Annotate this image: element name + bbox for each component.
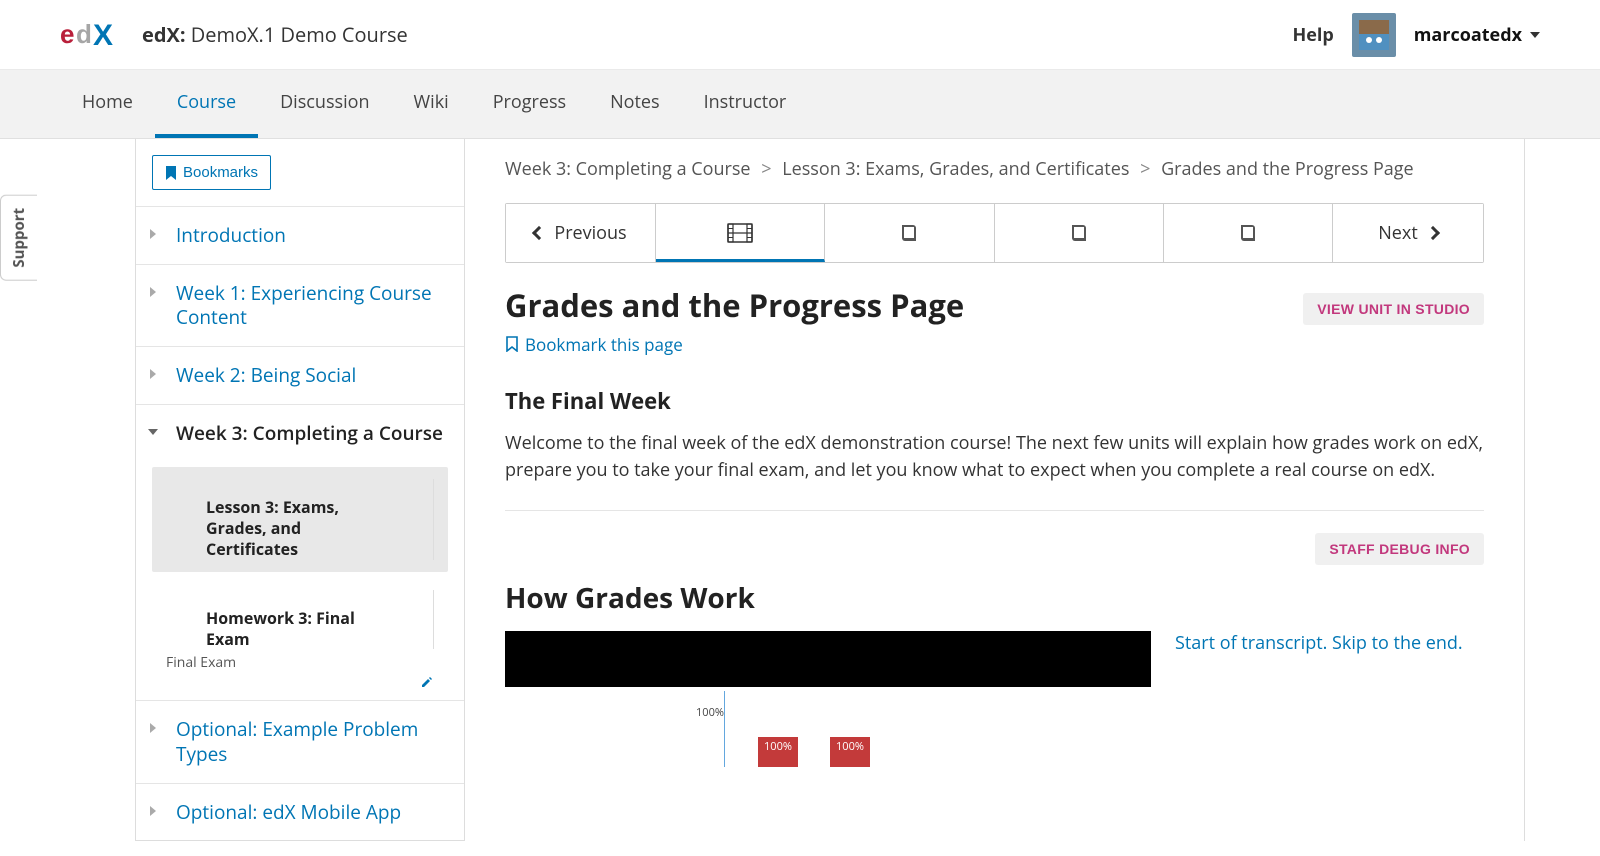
y-axis xyxy=(724,691,725,767)
video-black-bar xyxy=(505,631,1151,687)
bookmarks-label: Bookmarks xyxy=(183,164,258,181)
nav-item-instructor[interactable]: Instructor xyxy=(682,70,809,138)
sequence-tab[interactable] xyxy=(825,204,994,262)
sidebar-subsection-title: Homework 3: Final Exam xyxy=(166,590,434,650)
user-menu[interactable]: marcoatedx xyxy=(1414,23,1540,47)
username: marcoatedx xyxy=(1414,23,1522,47)
nav-item-home[interactable]: Home xyxy=(60,70,155,138)
sidebar-section[interactable]: Introduction xyxy=(136,206,464,264)
svg-text:e: e xyxy=(60,19,74,49)
section-heading-how-grades: How Grades Work xyxy=(505,579,1484,617)
bookmark-page-link[interactable]: Bookmark this page xyxy=(505,333,683,356)
section-body-final-week: Welcome to the final week of the edX dem… xyxy=(505,430,1484,484)
sidebar-subsection-subtitle: Final Exam xyxy=(166,653,434,672)
sequence-tab[interactable] xyxy=(656,204,825,262)
next-label: Next xyxy=(1378,221,1418,245)
sidebar-section-label: Week 2: Being Social xyxy=(176,363,448,388)
sidebar-section[interactable]: Optional: edX Mobile App xyxy=(136,783,464,841)
bookmarks-button[interactable]: Bookmarks xyxy=(152,155,271,190)
help-link[interactable]: Help xyxy=(1292,23,1333,47)
video-icon xyxy=(727,223,753,243)
course-name: DemoX.1 Demo Course xyxy=(191,21,408,48)
course-prefix: edX: xyxy=(142,21,186,48)
sidebar-subsection[interactable]: Lesson 3: Exams, Grades, and Certificate… xyxy=(152,467,448,571)
video-chart-preview: 100% 100% 100% xyxy=(505,687,1151,767)
edit-icon[interactable] xyxy=(420,672,434,694)
breadcrumb-a[interactable]: Week 3: Completing a Course xyxy=(505,157,751,181)
chevron-icon xyxy=(150,229,156,239)
view-in-studio-button[interactable]: VIEW UNIT IN STUDIO xyxy=(1303,293,1484,325)
staff-debug-button[interactable]: STAFF DEBUG INFO xyxy=(1315,533,1484,565)
chevron-icon xyxy=(150,723,156,733)
book-icon xyxy=(899,223,919,243)
sidebar-section-label: Week 3: Completing a Course xyxy=(176,421,448,446)
course-title: edX: DemoX.1 Demo Course xyxy=(142,21,1292,48)
sidebar: Bookmarks Introduction Week 1: Experienci… xyxy=(135,139,465,841)
sequence-nav: Previous Next xyxy=(505,203,1484,263)
svg-text:d: d xyxy=(76,19,92,49)
bookmark-page-label: Bookmark this page xyxy=(525,333,683,356)
sidebar-section-label: Week 1: Experiencing Course Content xyxy=(176,281,448,330)
sidebar-section-label: Introduction xyxy=(176,223,448,248)
nav-item-progress[interactable]: Progress xyxy=(471,70,588,138)
sidebar-section[interactable]: Week 3: Completing a Course xyxy=(136,404,464,462)
chevron-icon xyxy=(150,287,156,297)
breadcrumb: Week 3: Completing a Course > Lesson 3: … xyxy=(505,157,1484,181)
next-button[interactable]: Next xyxy=(1333,204,1483,262)
divider xyxy=(505,510,1484,511)
sequence-tab[interactable] xyxy=(1164,204,1333,262)
sidebar-section-label: Optional: Example Problem Types xyxy=(176,717,448,766)
bookmark-icon xyxy=(165,166,177,180)
main-content: Week 3: Completing a Course > Lesson 3: … xyxy=(465,139,1525,841)
sidebar-section-label: Optional: edX Mobile App xyxy=(176,800,448,825)
breadcrumb-b[interactable]: Lesson 3: Exams, Grades, and Certificate… xyxy=(782,157,1129,181)
book-icon xyxy=(1238,223,1258,243)
sidebar-subsection-title: Lesson 3: Exams, Grades, and Certificate… xyxy=(166,479,434,559)
page-title: Grades and the Progress Page xyxy=(505,285,964,327)
sidebar-section[interactable]: Optional: Example Problem Types xyxy=(136,700,464,782)
section-heading-final-week: The Final Week xyxy=(505,386,1484,416)
svg-text:X: X xyxy=(93,19,113,51)
chevron-icon xyxy=(150,369,156,379)
video-player[interactable]: 100% 100% 100% xyxy=(505,631,1151,767)
sidebar-subsection[interactable]: Homework 3: Final Exam Final Exam xyxy=(152,578,448,685)
chevron-down-icon xyxy=(1530,32,1540,38)
y-axis-label: 100% xyxy=(696,705,724,720)
nav-item-course[interactable]: Course xyxy=(155,70,258,138)
transcript-skip-link[interactable]: Start of transcript. Skip to the end. xyxy=(1175,631,1463,767)
sidebar-section[interactable]: Week 2: Being Social xyxy=(136,346,464,404)
sidebar-section[interactable]: Week 1: Experiencing Course Content xyxy=(136,264,464,346)
nav-item-wiki[interactable]: Wiki xyxy=(392,70,471,138)
sequence-tab[interactable] xyxy=(995,204,1164,262)
course-nav: HomeCourseDiscussionWikiProgressNotesIns… xyxy=(0,70,1600,139)
support-tab[interactable]: Support xyxy=(0,195,37,281)
chevron-right-icon xyxy=(1426,226,1440,240)
header: e d X edX: DemoX.1 Demo Course Help marc… xyxy=(0,0,1600,70)
chevron-icon xyxy=(148,429,158,435)
nav-item-discussion[interactable]: Discussion xyxy=(258,70,391,138)
book-icon xyxy=(1069,223,1089,243)
chart-bar: 100% xyxy=(830,737,870,767)
chevron-left-icon xyxy=(532,226,546,240)
avatar[interactable] xyxy=(1352,13,1396,57)
chart-bar: 100% xyxy=(758,737,798,767)
previous-button[interactable]: Previous xyxy=(506,204,656,262)
bookmark-outline-icon xyxy=(505,336,519,352)
breadcrumb-c: Grades and the Progress Page xyxy=(1161,157,1414,181)
chevron-icon xyxy=(150,806,156,816)
previous-label: Previous xyxy=(554,221,626,245)
edx-logo[interactable]: e d X xyxy=(60,19,122,51)
nav-item-notes[interactable]: Notes xyxy=(588,70,681,138)
